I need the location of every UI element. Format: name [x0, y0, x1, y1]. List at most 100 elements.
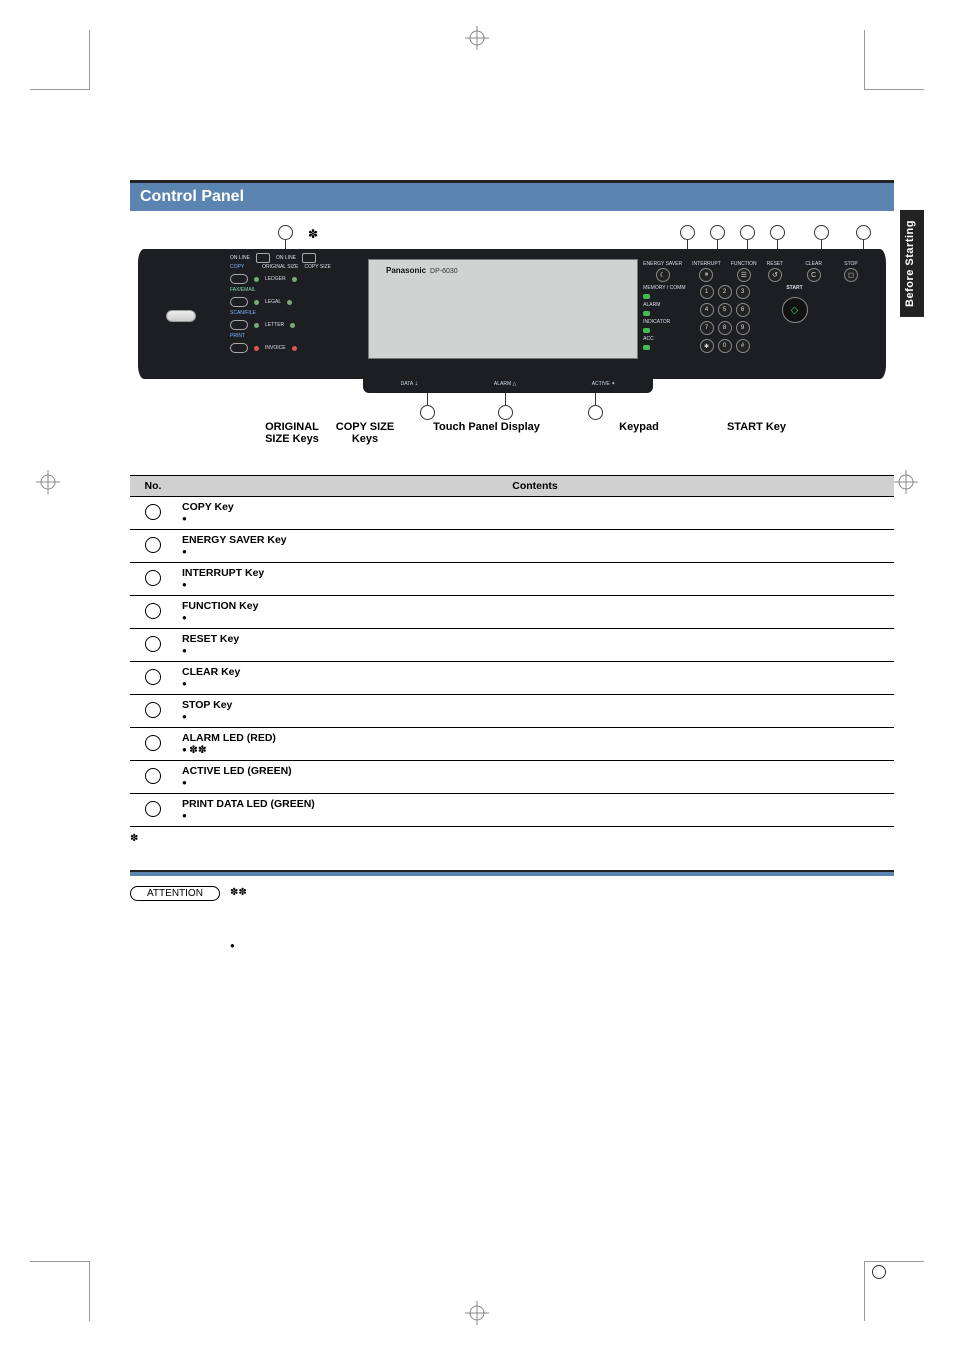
label: ACTIVE	[592, 381, 610, 387]
row-contents-cell: FUNCTION Key	[176, 596, 894, 629]
row-number-cell	[130, 761, 176, 794]
row-number-cell	[130, 662, 176, 695]
row-contents-cell: RESET Key	[176, 629, 894, 662]
row-number-cell	[130, 728, 176, 761]
table-row: CLEAR Key	[130, 662, 894, 695]
row-number-cell	[130, 596, 176, 629]
row-number-circle-icon	[145, 537, 161, 553]
label: ALARM	[643, 302, 685, 308]
label: ALARM	[494, 381, 511, 387]
mode-key-icon	[230, 343, 248, 353]
label: ENERGY SAVER	[643, 261, 682, 267]
row-number-cell	[130, 530, 176, 563]
crop-mark	[864, 30, 924, 90]
table-header-contents: Contents	[176, 476, 894, 497]
key-description: ✽✽	[182, 744, 888, 756]
label: ON LINE	[276, 255, 296, 261]
online-indicators: ON LINE ON LINE	[230, 253, 316, 263]
callout-line	[595, 393, 596, 405]
row-contents-cell: PRINT DATA LED (GREEN)	[176, 794, 894, 827]
registration-mark-icon	[36, 470, 60, 494]
callout-marker	[856, 225, 871, 240]
callout-marker	[278, 225, 293, 240]
row-number-circle-icon	[145, 735, 161, 751]
led-icon	[254, 323, 259, 328]
table-header-no: No.	[130, 476, 176, 497]
callout-label: COPY SIZE Keys	[331, 421, 399, 445]
table-row: ENERGY SAVER Key	[130, 530, 894, 563]
table-row: PRINT DATA LED (GREEN)	[130, 794, 894, 827]
reset-key-icon: ↺	[768, 268, 782, 282]
data-led-icon: ⇣	[414, 381, 418, 387]
label: COPY	[230, 265, 244, 270]
led-icon	[292, 346, 297, 351]
status-led-column: MEMORY / COMM ALARM INDICATOR ACC	[643, 285, 685, 353]
attention-see-ref	[230, 887, 247, 898]
page-number	[868, 1265, 886, 1279]
label: COPY SIZE	[304, 265, 331, 270]
indicator-box-icon	[302, 253, 316, 263]
key-name: FUNCTION Key	[182, 600, 888, 612]
row-number-cell	[130, 497, 176, 530]
section-divider	[130, 870, 894, 876]
keypad-key: #	[736, 339, 750, 353]
energy-saver-key-icon: ☾	[656, 268, 670, 282]
table-row: INTERRUPT Key	[130, 563, 894, 596]
attention-block: ATTENTION	[130, 886, 894, 953]
row-number-circle-icon	[145, 801, 161, 817]
callout-marker	[740, 225, 755, 240]
key-description	[182, 546, 888, 558]
keypad-key: 6	[736, 303, 750, 317]
clear-key-icon: C	[807, 268, 821, 282]
callout-marker	[814, 225, 829, 240]
row-contents-cell: ENERGY SAVER Key	[176, 530, 894, 563]
row-contents-cell: ALARM LED (RED) ✽✽	[176, 728, 894, 761]
key-name: ENERGY SAVER Key	[182, 534, 888, 546]
led-icon	[292, 277, 297, 282]
attention-label: ATTENTION	[130, 886, 220, 901]
key-name: INTERRUPT Key	[182, 567, 888, 579]
key-description	[182, 678, 888, 690]
row-number-circle-icon	[145, 669, 161, 685]
keypad-key: 2	[718, 285, 732, 299]
keypad-key: 1	[700, 285, 714, 299]
led-icon	[287, 300, 292, 305]
keypad-key: 4	[700, 303, 714, 317]
crop-mark	[30, 1261, 90, 1321]
page-title: Control Panel	[130, 180, 894, 211]
page-number-circle-icon	[872, 1265, 886, 1279]
row-number-cell	[130, 695, 176, 728]
label: ON LINE	[230, 255, 250, 261]
label: FAX/EMAIL	[230, 288, 256, 293]
registration-mark-icon	[465, 1301, 489, 1325]
mode-keys-cluster: COPYORIGINAL SIZECOPY SIZE LEDGER FAX/EM…	[230, 265, 331, 357]
callout-label: Touch Panel Display	[399, 421, 574, 445]
key-name: PRINT DATA LED (GREEN)	[182, 798, 888, 810]
keypad-key: 3	[736, 285, 750, 299]
table-row: FUNCTION Key	[130, 596, 894, 629]
key-description	[182, 612, 888, 624]
front-led-strip: DATA ⇣ ALARM △ ACTIVE ✶	[363, 375, 653, 393]
keypad-key: 5	[718, 303, 732, 317]
label: SCAN/FILE	[230, 311, 256, 316]
callout-line	[427, 393, 428, 405]
key-name: RESET Key	[182, 633, 888, 645]
label: LEGAL	[265, 300, 281, 305]
led-icon	[254, 277, 259, 282]
key-description	[182, 645, 888, 657]
key-definitions-table: No. Contents COPY KeyENERGY SAVER KeyINT…	[130, 475, 894, 827]
label: FUNCTION	[731, 261, 757, 267]
led-icon	[254, 346, 259, 351]
led-icon	[643, 328, 650, 333]
start-key-icon: ◇	[782, 297, 808, 323]
right-keys-cluster: ENERGY SAVER☾ INTERRUPT⏸ FUNCTION☰ RESET…	[643, 261, 858, 353]
alarm-led-icon: △	[513, 381, 517, 387]
mode-key-icon	[230, 274, 248, 284]
footnote-double-star-icon: ✽✽	[189, 744, 207, 756]
key-description	[182, 579, 888, 591]
row-contents-cell: ACTIVE LED (GREEN)	[176, 761, 894, 794]
power-switch-icon	[166, 310, 196, 322]
control-panel-figure: ✽ ON LINE	[130, 211, 894, 465]
label: ACC	[643, 336, 685, 342]
keypad-key: 9	[736, 321, 750, 335]
